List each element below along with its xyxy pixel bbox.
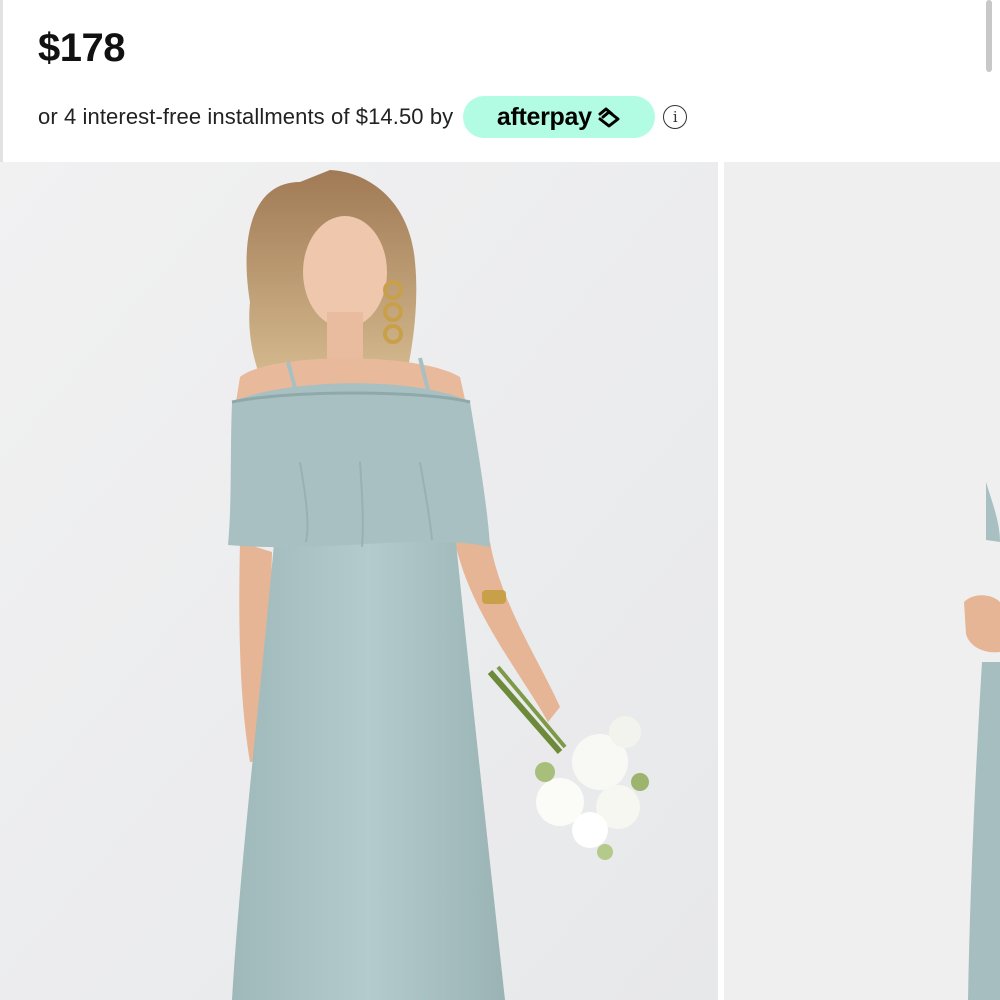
product-image-front[interactable] (0, 162, 718, 1000)
price-block: $178 (38, 26, 125, 70)
afterpay-wordmark: afterpay (496, 102, 592, 131)
scrollbar-thumb[interactable] (986, 0, 992, 72)
afterpay-badge[interactable]: afterpay (463, 96, 656, 138)
installments-text: or 4 interest-free installments of $14.5… (38, 104, 454, 129)
info-icon[interactable]: i (663, 105, 688, 129)
afterpay-logo-icon (596, 106, 622, 128)
product-image-gallery (0, 162, 1000, 1000)
afterpay-installments: or 4 interest-free installments of $14.5… (38, 96, 688, 138)
product-price: $178 (38, 26, 125, 70)
product-image-side[interactable] (724, 162, 1000, 1000)
